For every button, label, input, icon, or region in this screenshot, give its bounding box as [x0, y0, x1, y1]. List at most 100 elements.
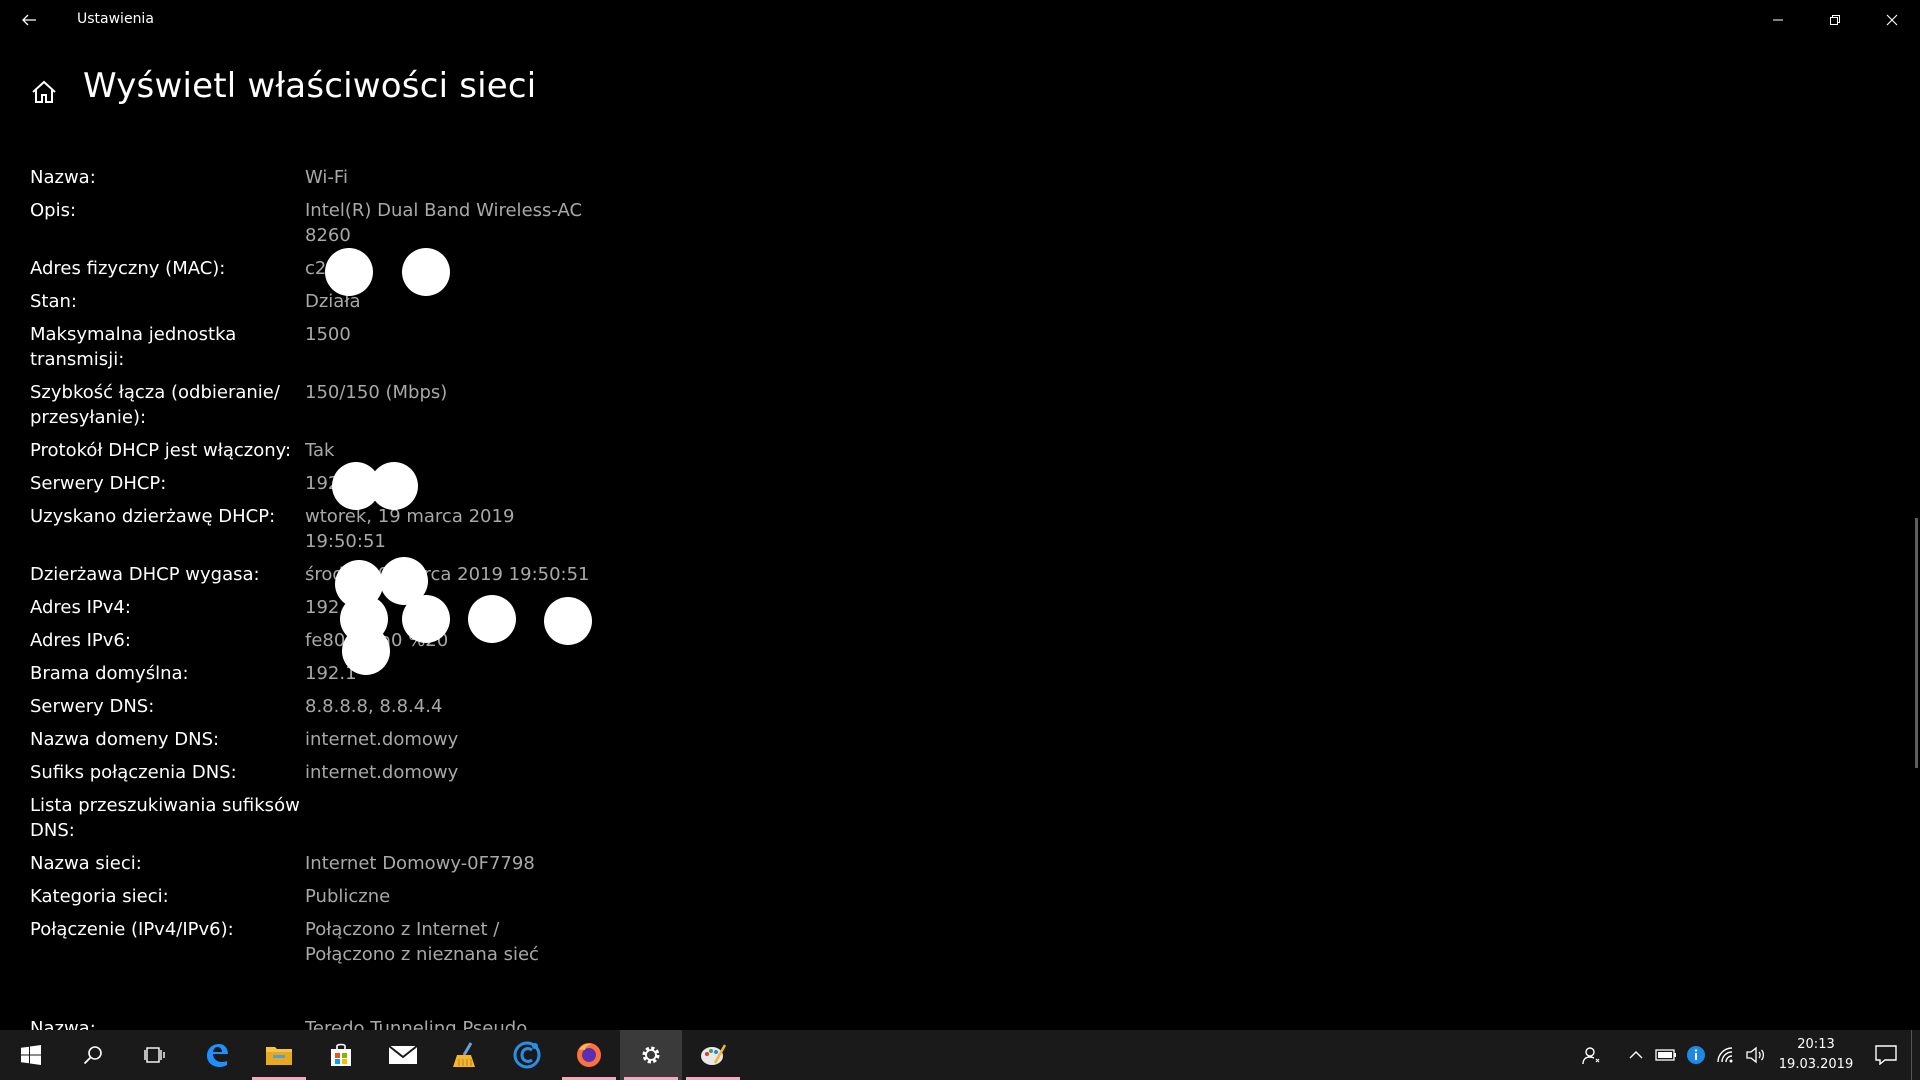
info-icon: [1687, 1046, 1705, 1064]
property-label: Brama domyślna:: [30, 663, 189, 684]
property-label: Sufiks połączenia DNS:: [30, 762, 237, 783]
store-icon: [331, 1043, 351, 1066]
redaction-mark: [342, 627, 390, 675]
property-row: Nazwa: Wi-Fi: [30, 165, 630, 190]
next-section-row: Nazwa: Teredo Tunneling Pseudo: [30, 1018, 527, 1030]
taskbar: 20:13 19.03.2019: [0, 1030, 1920, 1080]
property-label: Protokół DHCP jest włączony:: [30, 440, 292, 461]
taskbar-app-mail[interactable]: [372, 1030, 434, 1080]
property-label: Dzierżawa DHCP wygasa:: [30, 564, 260, 585]
start-button[interactable]: [0, 1030, 62, 1080]
folder-icon: [266, 1047, 292, 1065]
property-row: Stan: Działa: [30, 289, 630, 314]
property-value: 8.8.8.8, 8.8.4.4: [305, 696, 443, 717]
clock-time: 20:13: [1797, 1037, 1835, 1052]
home-icon: [32, 80, 56, 103]
show-desktop-button[interactable]: [1911, 1030, 1920, 1080]
property-value: Intel(R) Dual Band Wireless-AC 8260: [305, 200, 583, 246]
taskbar-app-cleaner[interactable]: [434, 1030, 496, 1080]
redaction-mark: [468, 595, 516, 643]
info-button[interactable]: [1681, 1030, 1711, 1080]
close-button[interactable]: [1863, 0, 1920, 40]
property-row: Szybkość łącza (odbieranie/ przesyłanie)…: [30, 380, 630, 430]
property-row: Adres IPv4: 192.: [30, 595, 630, 620]
redaction-mark: [325, 248, 373, 296]
property-value: Tak: [305, 440, 335, 461]
volume-button[interactable]: [1741, 1030, 1771, 1080]
property-label: Serwery DHCP:: [30, 473, 167, 494]
property-label: Nazwa domeny DNS:: [30, 729, 220, 750]
volume-icon: [1746, 1046, 1765, 1064]
broom-icon: [453, 1042, 475, 1067]
redaction-mark: [402, 595, 450, 643]
restore-icon: [1829, 15, 1840, 25]
window-title: Ustawienia: [77, 11, 154, 27]
property-label: Kategoria sieci:: [30, 886, 169, 907]
property-value: Internet Domowy-0F7798: [305, 853, 535, 874]
windows-logo-icon: [21, 1045, 41, 1065]
property-row: Adres IPv6: fe80: .2 a0 %20: [30, 628, 630, 653]
property-value: Wi-Fi: [305, 167, 348, 188]
property-row: Połączenie (IPv4/IPv6): Połączono z Inte…: [30, 917, 630, 967]
taskbar-app-edge[interactable]: [186, 1030, 248, 1080]
property-row: Nazwa sieci: Internet Domowy-0F7798: [30, 851, 630, 876]
notification-icon: [1875, 1045, 1897, 1065]
property-label: Połączenie (IPv4/IPv6):: [30, 919, 234, 940]
action-center-button[interactable]: [1861, 1030, 1911, 1080]
property-label: Nazwa:: [30, 1018, 96, 1030]
property-row: Kategoria sieci: Publiczne: [30, 884, 630, 909]
minimize-icon: [1772, 19, 1783, 21]
scrollbar[interactable]: [1915, 518, 1918, 768]
redaction-mark: [544, 597, 592, 645]
taskbar-app-settings[interactable]: [620, 1030, 682, 1080]
minimize-button[interactable]: [1749, 0, 1806, 40]
property-label: Nazwa:: [30, 167, 96, 188]
mail-icon: [388, 1045, 418, 1064]
taskbar-app-store[interactable]: [310, 1030, 372, 1080]
property-row: Sufiks połączenia DNS: internet.domowy: [30, 760, 630, 785]
people-button[interactable]: [1577, 1030, 1607, 1080]
property-label: Adres fizyczny (MAC):: [30, 258, 226, 279]
property-row: Serwery DNS: 8.8.8.8, 8.8.4.4: [30, 694, 630, 719]
property-value: Teredo Tunneling Pseudo: [305, 1018, 528, 1030]
gear-icon: [642, 1046, 660, 1064]
property-value: Połączono z Internet / Połączono z niezn…: [305, 919, 539, 965]
property-label: Uzyskano dzierżawę DHCP:: [30, 506, 276, 527]
back-button[interactable]: [6, 0, 52, 40]
property-value: 150/150 (Mbps): [305, 382, 448, 403]
ccleaner-browser-icon: [513, 1041, 541, 1069]
property-value: internet.domowy: [305, 729, 459, 750]
taskbar-app-ccleaner-browser[interactable]: [496, 1030, 558, 1080]
battery-icon: [1655, 1049, 1676, 1061]
search-icon: [83, 1046, 102, 1065]
property-label: Maksymalna jednostka transmisji:: [30, 324, 237, 370]
redaction-mark: [402, 248, 450, 296]
paint-palette-icon: [701, 1044, 727, 1065]
home-button[interactable]: [30, 78, 58, 106]
title-bar: Ustawienia: [0, 0, 1920, 40]
task-view-button[interactable]: [124, 1030, 186, 1080]
taskbar-app-file-explorer[interactable]: [248, 1030, 310, 1080]
property-label: Nazwa sieci:: [30, 853, 142, 874]
property-row: Lista przeszukiwania sufiksów DNS:: [30, 793, 630, 843]
property-value: internet.domowy: [305, 762, 459, 783]
property-value: wtorek, 19 marca 2019 19:50:51: [305, 506, 515, 552]
property-label: Stan:: [30, 291, 77, 312]
property-row: Dzierżawa DHCP wygasa: środa, 20 marca 2…: [30, 562, 630, 587]
restore-button[interactable]: [1806, 0, 1863, 40]
edge-icon: [207, 1044, 228, 1067]
wifi-button[interactable]: [1711, 1030, 1741, 1080]
taskbar-app-firefox[interactable]: [558, 1030, 620, 1080]
chevron-up-icon: [1629, 1051, 1643, 1059]
search-button[interactable]: [62, 1030, 124, 1080]
close-icon: [1886, 14, 1897, 26]
firefox-icon: [577, 1043, 601, 1067]
property-label: Adres IPv4:: [30, 597, 131, 618]
window-controls: [1749, 0, 1920, 40]
clock[interactable]: 20:13 19.03.2019: [1771, 1035, 1861, 1075]
taskbar-app-paint[interactable]: [682, 1030, 744, 1080]
show-hidden-icons-button[interactable]: [1621, 1030, 1651, 1080]
property-label: Opis:: [30, 200, 77, 221]
battery-button[interactable]: [1651, 1030, 1681, 1080]
property-label: Lista przeszukiwania sufiksów DNS:: [30, 795, 300, 841]
